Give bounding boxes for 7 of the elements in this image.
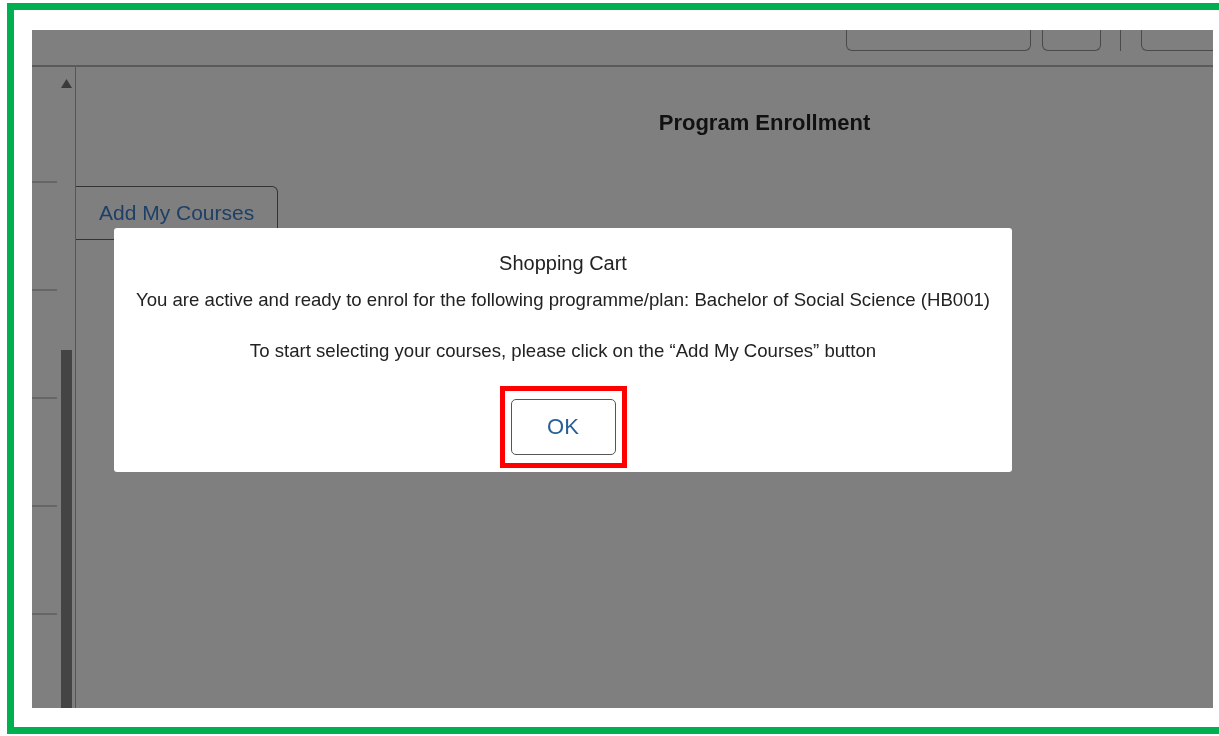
scroll-up-icon[interactable] <box>60 79 72 88</box>
dialog-message: You are active and ready to enrol for the following programme/plan: Bachelor of Social Science (HB001) <box>135 289 991 311</box>
ok-button[interactable]: OK <box>510 399 616 455</box>
dialog-instruction: To start selecting your courses, please click on the “Add My Courses” button <box>249 340 877 362</box>
page-title: Program Enrollment <box>657 110 872 136</box>
dialog-title: Shopping Cart <box>499 252 627 275</box>
scrollbar-thumb[interactable] <box>60 350 72 708</box>
